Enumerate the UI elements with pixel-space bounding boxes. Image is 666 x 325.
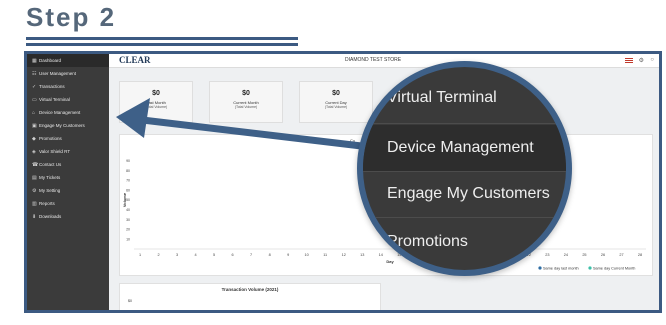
mag-item-engage-my-customers: Engage My Customers <box>387 185 550 202</box>
magnifier-callout: Virtual Terminal Device Management Engag… <box>357 61 572 276</box>
mag-divider <box>363 123 566 124</box>
mag-item-promotions: Promotions <box>387 233 468 250</box>
mag-item-virtual-terminal: Virtual Terminal <box>387 89 497 106</box>
mag-item-device-management: Device Management <box>363 125 566 171</box>
mag-divider <box>363 217 566 218</box>
mag-divider <box>363 171 566 172</box>
instruction-page: Step 2 ▦ Dashboard ☷ User Management ✓ Transa… <box>0 0 666 325</box>
